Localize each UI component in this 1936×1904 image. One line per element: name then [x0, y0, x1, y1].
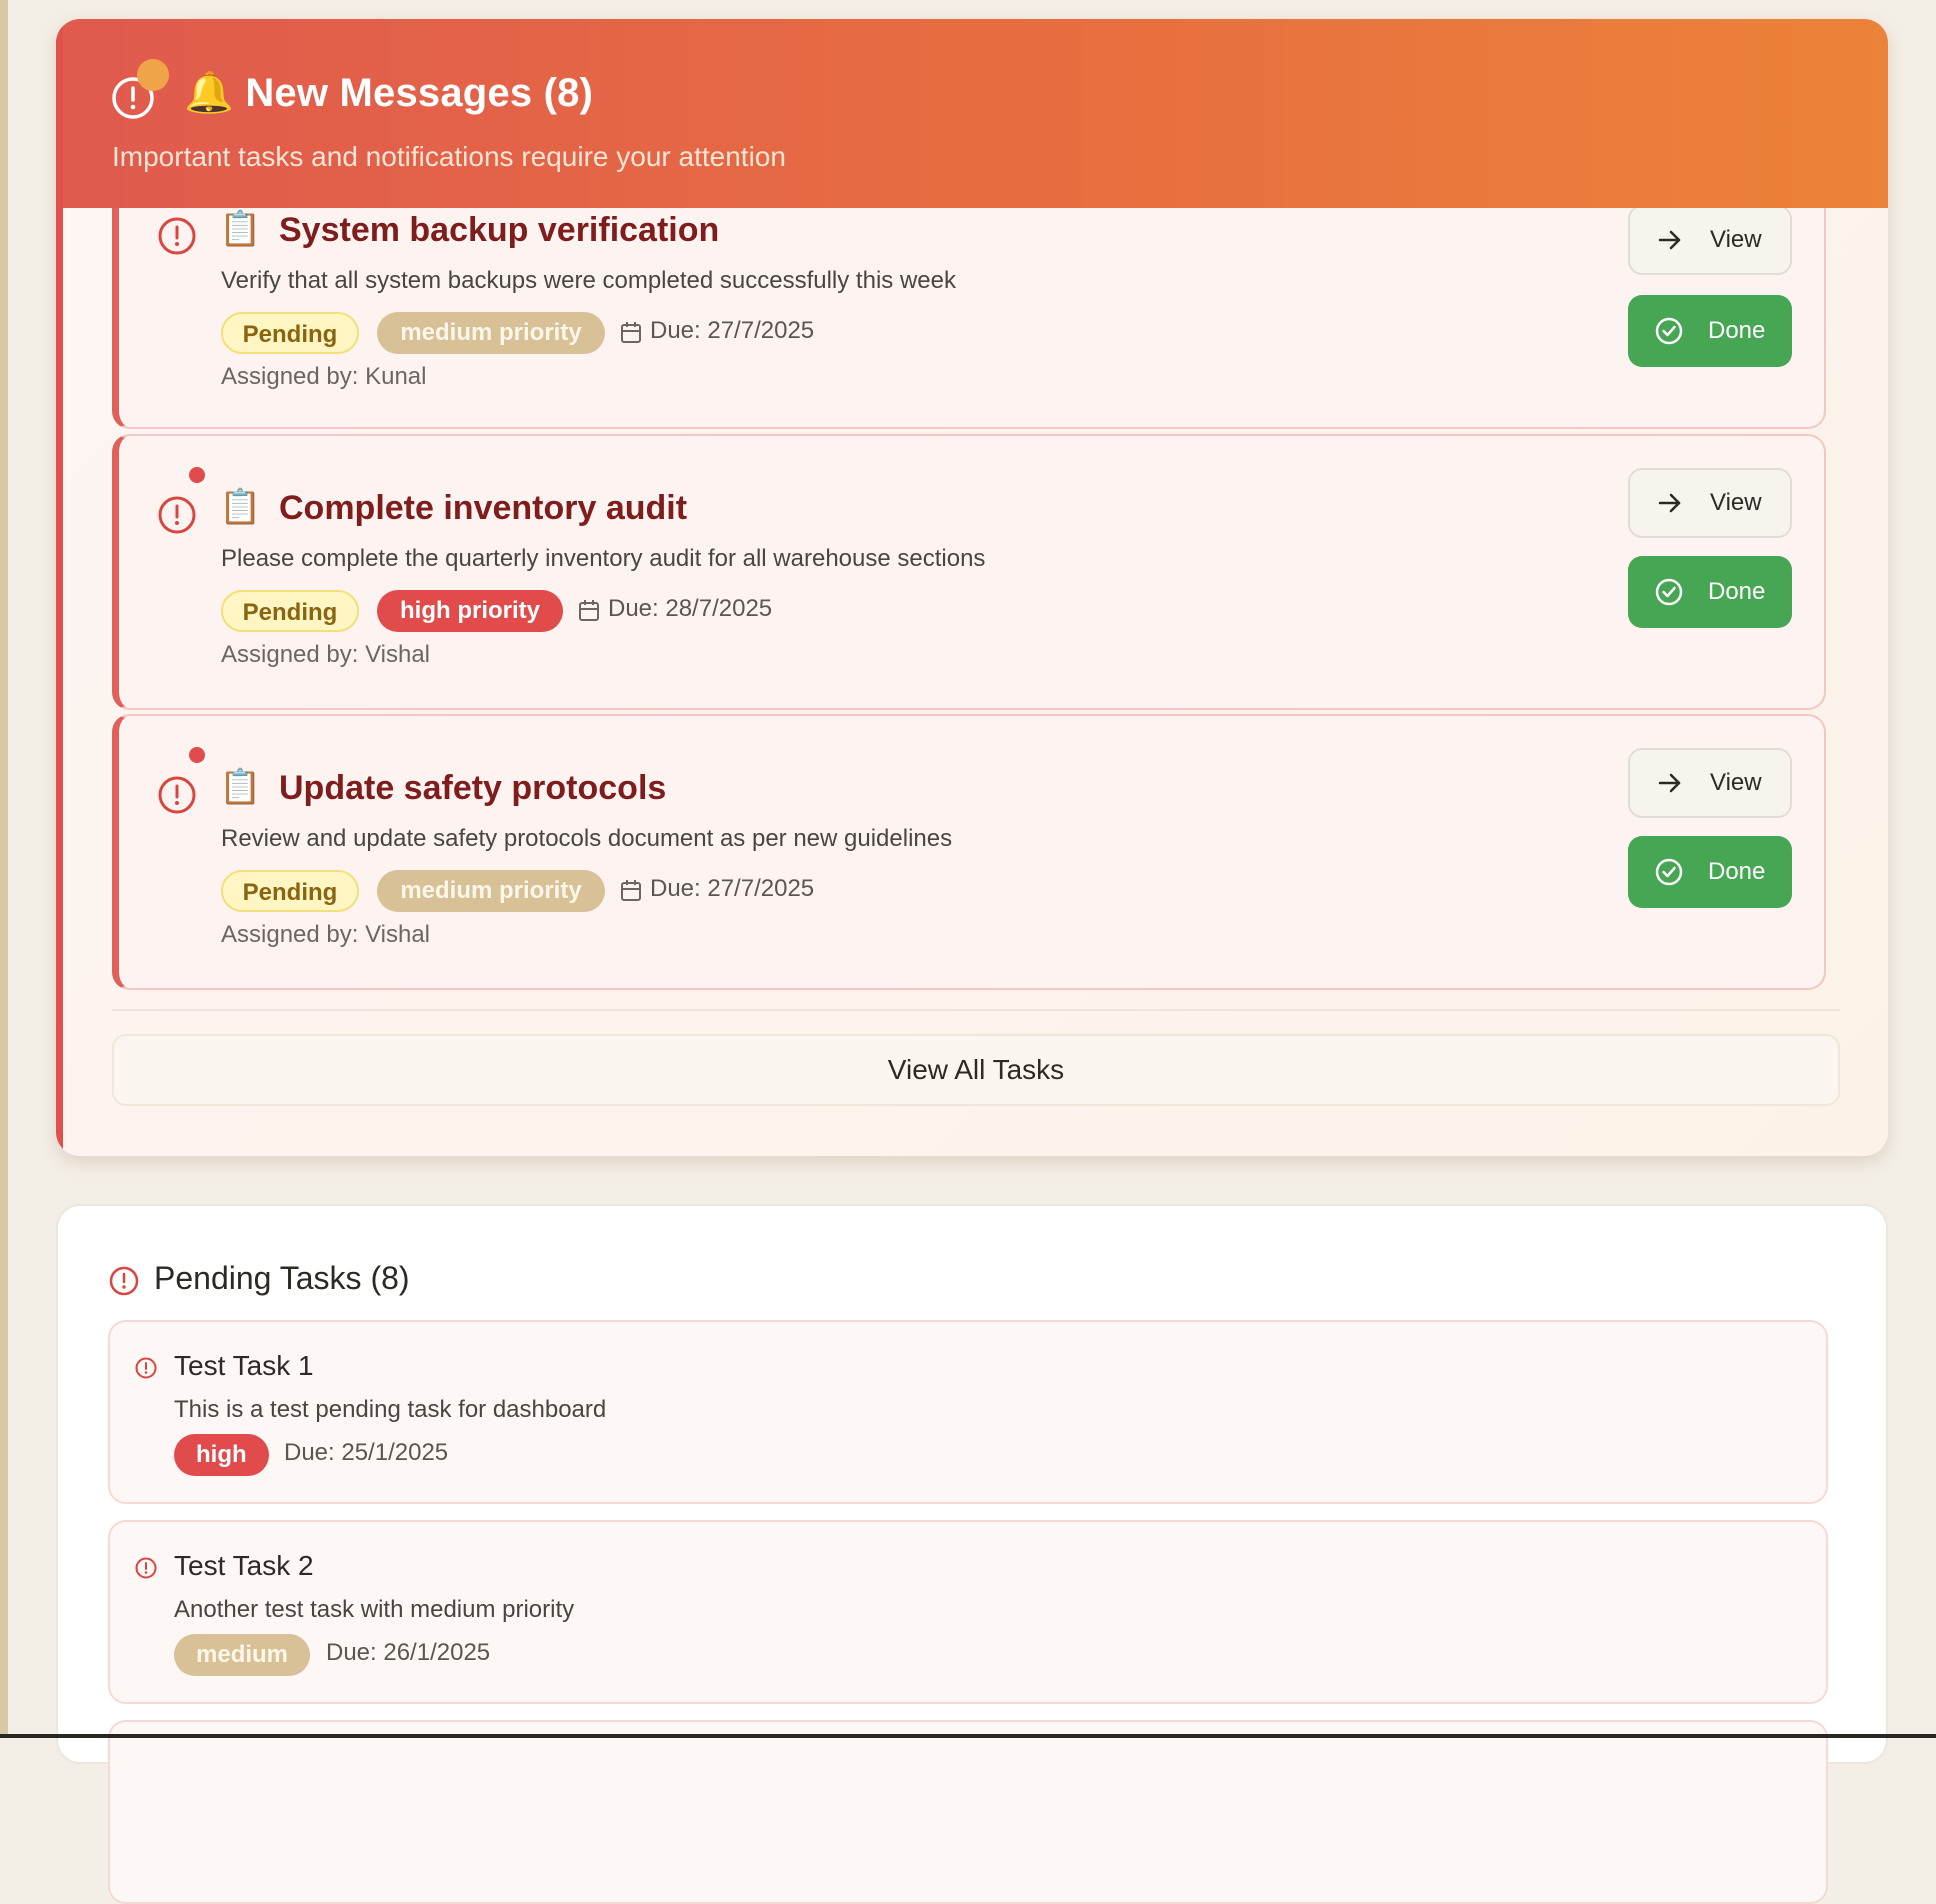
view-button-label: View — [1710, 226, 1762, 253]
task-title: Update safety protocols — [279, 769, 667, 807]
alert-circle-icon — [135, 1557, 157, 1579]
messages-title: 🔔 New Messages (8) — [184, 71, 594, 115]
window-bottom-edge — [0, 1734, 1936, 1738]
due-date-text: Due: 27/7/2025 — [650, 875, 815, 902]
check-circle-icon — [1655, 858, 1683, 886]
view-button[interactable]: View — [1628, 748, 1792, 818]
pending-tasks-title: Pending Tasks (8) — [154, 1260, 410, 1296]
arrow-right-icon — [1658, 773, 1681, 793]
calendar-icon — [579, 600, 599, 621]
status-badge: Pending — [221, 590, 359, 632]
task-title: Complete inventory audit — [279, 489, 688, 527]
priority-badge: high priority — [377, 590, 563, 632]
assigned-by: Assigned by: Vishal — [221, 641, 431, 668]
pending-task-item[interactable] — [108, 1720, 1828, 1904]
status-badge: Pending — [221, 312, 359, 354]
due-date: Due: 26/1/2025 — [326, 1639, 491, 1666]
check-circle-icon — [1655, 317, 1683, 345]
messages-header: 🔔 New Messages (8) Important tasks and n… — [56, 19, 1888, 208]
unread-dot — [189, 747, 205, 763]
new-messages-card: 📋 System backup verification Verify that… — [56, 19, 1888, 1156]
sidebar-edge — [0, 0, 8, 1738]
status-badge: Pending — [221, 870, 359, 912]
message-task-item: 📋 Update safety protocols Review and upd… — [112, 714, 1826, 990]
due-date-text: Due: 27/7/2025 — [650, 317, 815, 344]
alert-circle-icon — [158, 776, 196, 814]
due-date: Due: 25/1/2025 — [284, 1439, 449, 1466]
alert-circle-icon — [158, 217, 196, 255]
clipboard-icon: 📋 — [219, 768, 262, 806]
task-description: Please complete the quarterly inventory … — [221, 545, 986, 572]
unread-dot — [189, 467, 205, 483]
assigned-by: Assigned by: Kunal — [221, 363, 427, 390]
done-button[interactable]: Done — [1628, 556, 1792, 628]
view-button[interactable]: View — [1628, 205, 1792, 275]
priority-badge: high — [174, 1434, 269, 1476]
view-all-tasks-button[interactable]: View All Tasks — [112, 1034, 1840, 1106]
calendar-icon — [621, 880, 641, 901]
clipboard-icon: 📋 — [219, 488, 262, 526]
done-button[interactable]: Done — [1628, 295, 1792, 367]
priority-badge: medium — [174, 1634, 311, 1676]
messages-subtitle: Important tasks and notifications requir… — [112, 141, 786, 172]
view-button-label: View — [1710, 769, 1762, 796]
clipboard-icon: 📋 — [219, 210, 262, 248]
alert-circle-icon — [135, 1357, 157, 1379]
alert-circle-icon — [158, 496, 196, 534]
due-date-text: Due: 28/7/2025 — [608, 595, 773, 622]
calendar-icon — [621, 322, 641, 343]
done-button-label: Done — [1708, 858, 1766, 885]
task-title: System backup verification — [279, 211, 720, 249]
pending-task-item[interactable]: Test Task 1 This is a test pending task … — [108, 1320, 1828, 1504]
alert-circle-icon — [109, 1266, 139, 1296]
task-description: Review and update safety protocols docum… — [221, 825, 953, 852]
view-button-label: View — [1710, 489, 1762, 516]
check-circle-icon — [1655, 578, 1683, 606]
priority-badge: medium priority — [377, 312, 605, 354]
notification-dot — [137, 59, 169, 91]
pending-tasks-card: Pending Tasks (8) Test Task 1 This is a … — [56, 1204, 1888, 1904]
view-button[interactable]: View — [1628, 468, 1792, 538]
arrow-right-icon — [1658, 230, 1681, 250]
pending-task-item[interactable]: Test Task 2 Another test task with mediu… — [108, 1520, 1828, 1704]
done-button-label: Done — [1708, 578, 1766, 605]
message-task-item: 📋 Complete inventory audit Please comple… — [112, 434, 1826, 710]
done-button[interactable]: Done — [1628, 836, 1792, 908]
pending-task-title: Test Task 2 — [174, 1550, 314, 1581]
done-button-label: Done — [1708, 317, 1766, 344]
pending-task-description: Another test task with medium priority — [174, 1596, 575, 1623]
assigned-by: Assigned by: Vishal — [221, 921, 431, 948]
task-description: Verify that all system backups were comp… — [221, 267, 956, 294]
card-accent-edge — [56, 19, 63, 1156]
divider — [112, 1009, 1840, 1011]
priority-badge: medium priority — [377, 870, 605, 912]
arrow-right-icon — [1658, 493, 1681, 513]
pending-task-title: Test Task 1 — [174, 1350, 314, 1381]
pending-task-description: This is a test pending task for dashboar… — [174, 1396, 607, 1423]
